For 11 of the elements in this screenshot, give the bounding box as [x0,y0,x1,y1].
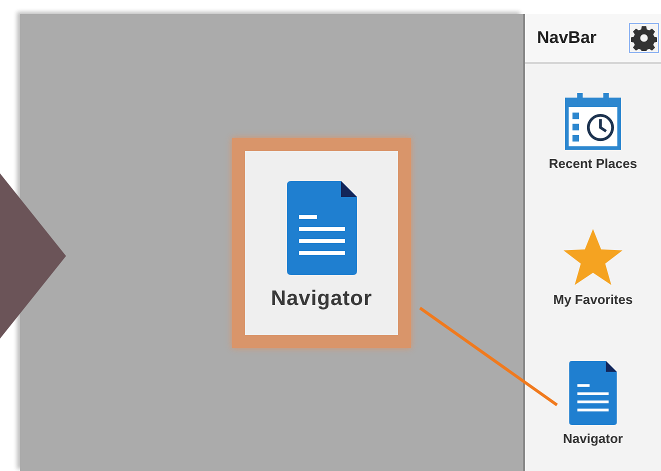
navbar-title: NavBar [537,28,597,48]
navbar-item[interactable]: Recent Places [525,64,661,200]
document-icon [569,360,617,425]
navbar-item[interactable]: Navigator [525,335,661,471]
settings-button[interactable] [629,22,659,53]
calendar-clock-icon [565,92,621,150]
star-icon [562,228,624,286]
document-icon [286,181,356,275]
tile-label: Navigator [270,287,372,311]
navbar-item[interactable]: My Favorites [525,200,661,336]
settings-icon [631,24,657,51]
